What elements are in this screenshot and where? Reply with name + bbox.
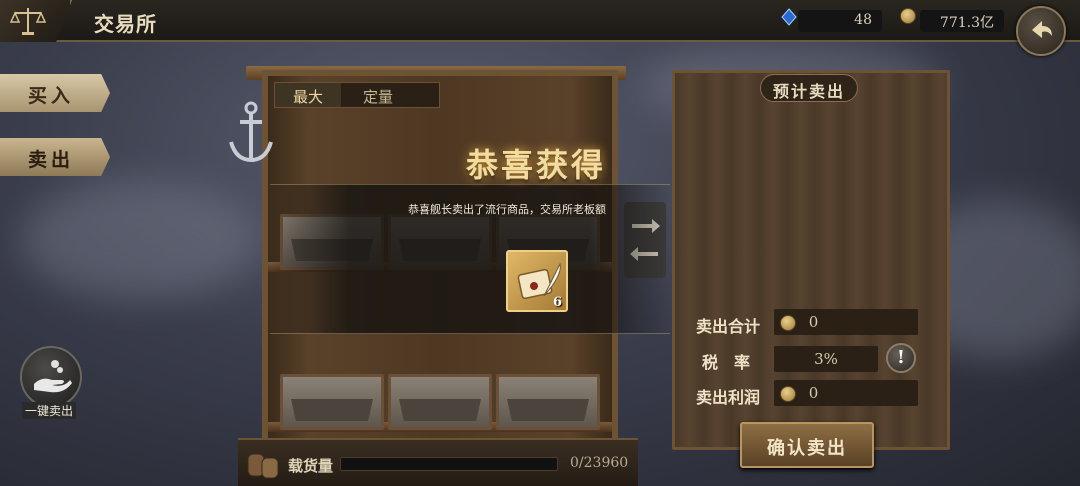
anchor-icon [229, 101, 273, 163]
mode-fixed-tab[interactable]: 定量 [345, 83, 411, 107]
back-button[interactable] [1016, 6, 1066, 56]
tab-buy[interactable]: 买入 [0, 74, 110, 112]
cargo-slot[interactable] [280, 374, 384, 430]
one-key-sell-label: 一键卖出 [22, 402, 77, 419]
reward-title: 恭喜获得 [466, 146, 607, 184]
cargo-capacity-bar: 载货量 0/23960 [238, 438, 638, 486]
reward-item[interactable]: 6 [506, 250, 568, 312]
coin-icon [780, 386, 796, 402]
profit-label: 卖出利润 [696, 388, 761, 407]
top-bar: 交易所 48 771.3亿 [0, 0, 1080, 56]
tax-info-button[interactable]: ! [886, 343, 916, 373]
total-label: 卖出合计 [696, 317, 761, 336]
hand-coins-icon [34, 360, 72, 393]
total-value-box: 0 [774, 309, 918, 335]
scales-icon [10, 8, 46, 35]
profit-value-box: 0 [774, 380, 918, 406]
cargo-slot[interactable] [388, 374, 492, 430]
background-cloud [20, 180, 260, 300]
cargo-progress-track [340, 457, 558, 471]
panel-title: 预计卖出 [760, 74, 858, 102]
barrels-icon [247, 453, 279, 479]
coin-count: 771.3亿 [920, 10, 1004, 32]
coin-icon [900, 8, 916, 24]
mode-max-tab[interactable]: 最大 [275, 83, 341, 107]
coin-icon [780, 315, 796, 331]
total-value: 0 [808, 313, 819, 331]
confirm-sell-button[interactable]: 确认卖出 [740, 422, 874, 468]
one-key-sell-button[interactable] [20, 346, 82, 408]
back-arrow-icon [1032, 21, 1052, 38]
cargo-value: 0/23960 [570, 455, 629, 471]
reward-message: 恭喜舰长卖出了流行商品，交易所老板额 [408, 203, 606, 216]
tax-label: 税 率 [702, 353, 751, 372]
profit-value: 0 [808, 384, 819, 402]
page-title: 交易所 [94, 12, 157, 36]
cargo-slot[interactable] [496, 374, 600, 430]
scales-emblem [0, 0, 72, 42]
reward-item-count: 6 [552, 295, 562, 310]
tax-value: 3% [774, 346, 878, 372]
tab-sell[interactable]: 卖出 [0, 138, 110, 176]
cargo-label: 载货量 [288, 457, 334, 475]
quantity-mode-tabs: 最大 定量 [274, 82, 440, 108]
gem-icon [781, 8, 797, 26]
gem-count: 48 [798, 10, 882, 32]
